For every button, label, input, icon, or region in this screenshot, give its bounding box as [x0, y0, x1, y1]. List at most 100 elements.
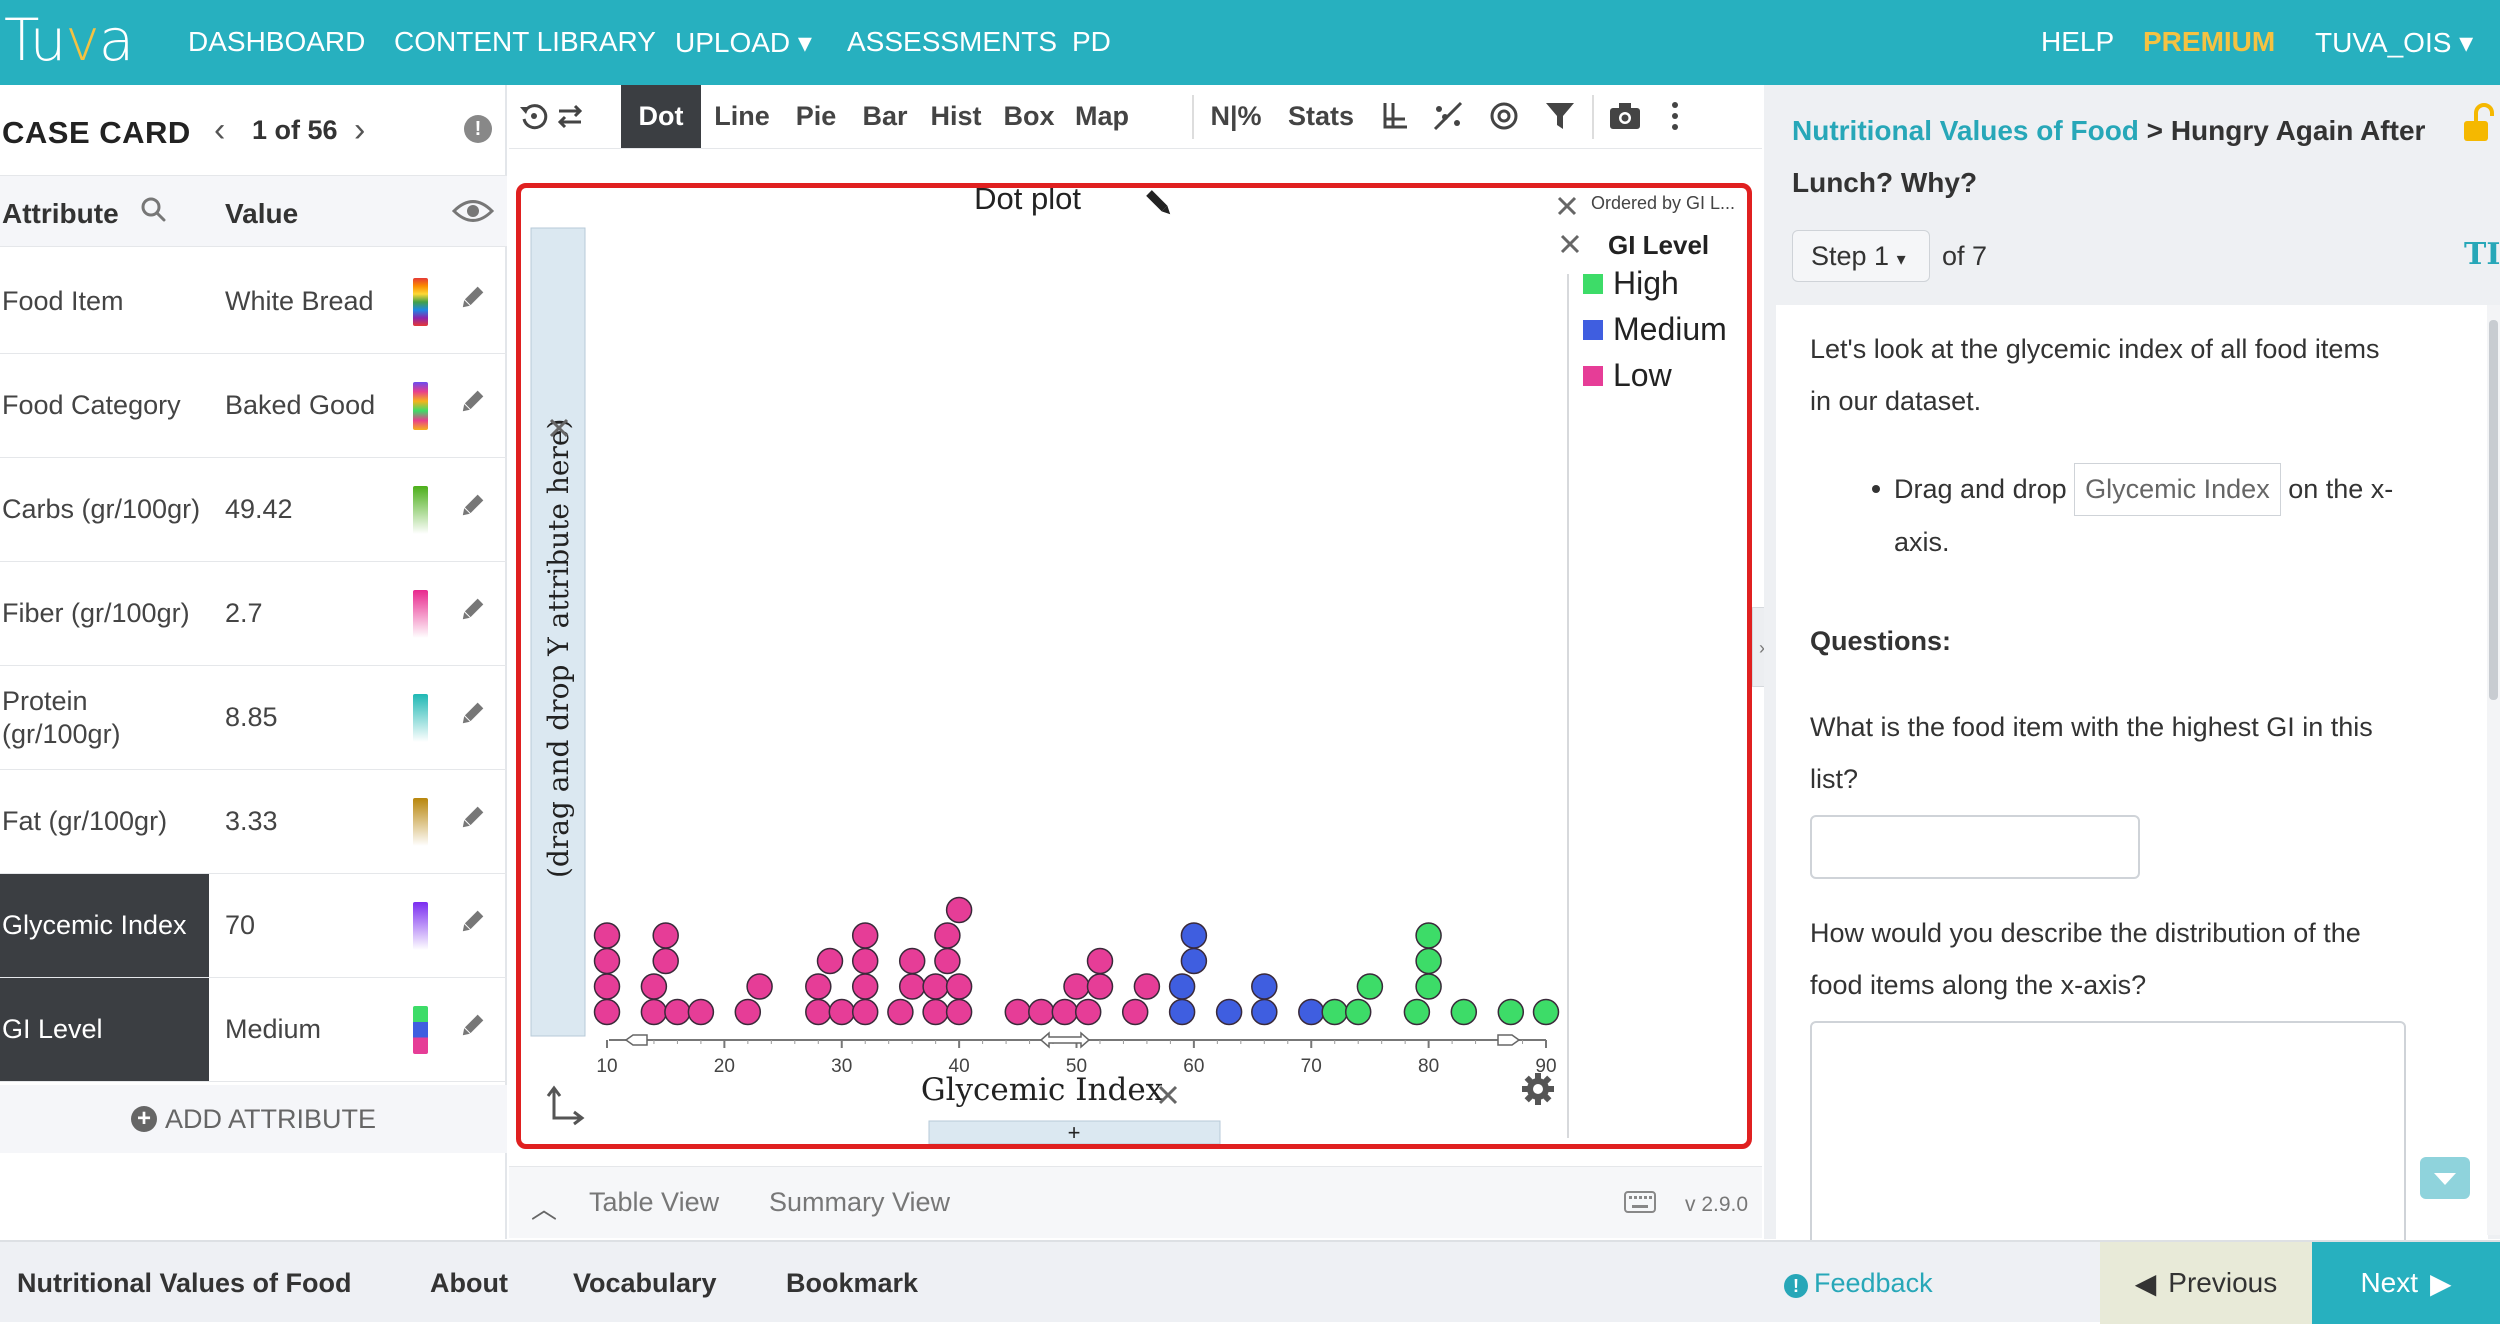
- data-point[interactable]: [1168, 973, 1196, 1000]
- pencil-icon[interactable]: [458, 1012, 486, 1040]
- data-point[interactable]: [851, 947, 879, 975]
- remove-ordering-icon[interactable]: [1557, 196, 1577, 216]
- filter-icon[interactable]: [1543, 99, 1577, 133]
- histogram-button[interactable]: Hist: [921, 85, 991, 148]
- x-axis-drag-handle-left[interactable]: [624, 1034, 648, 1046]
- dataset-link[interactable]: Nutritional Values of Food: [17, 1268, 352, 1299]
- data-point[interactable]: [1215, 998, 1243, 1026]
- attribute-row[interactable]: GI Level Medium: [0, 978, 507, 1082]
- pencil-icon[interactable]: [458, 908, 486, 936]
- data-point[interactable]: [805, 998, 832, 1026]
- data-point[interactable]: [652, 947, 679, 975]
- panel-scrollbar-thumb[interactable]: [2489, 320, 2498, 700]
- data-point[interactable]: [816, 947, 844, 975]
- scroll-down-button[interactable]: [2420, 1157, 2470, 1199]
- data-point[interactable]: [1251, 973, 1278, 1000]
- attribute-row[interactable]: Carbs (gr/100gr) 49.42: [0, 458, 507, 562]
- attribute-value[interactable]: 70: [225, 874, 255, 977]
- legend-swatch[interactable]: [1583, 366, 1603, 386]
- step-selector[interactable]: Step 1 ▾: [1792, 230, 1930, 282]
- axis-swap-icon[interactable]: [546, 1085, 585, 1126]
- color-swatch[interactable]: [413, 694, 428, 742]
- attribute-name[interactable]: Food Category: [0, 354, 209, 457]
- map-button[interactable]: Map: [1067, 85, 1137, 148]
- undo-icon[interactable]: [517, 99, 551, 133]
- about-link[interactable]: About: [430, 1268, 508, 1299]
- nav-dashboard[interactable]: DASHBOARD: [188, 26, 365, 58]
- data-point[interactable]: [1321, 998, 1348, 1026]
- data-point[interactable]: [1298, 998, 1325, 1026]
- data-point[interactable]: [1450, 998, 1478, 1026]
- data-point[interactable]: [1180, 922, 1208, 949]
- data-point[interactable]: [664, 998, 691, 1026]
- data-point[interactable]: [593, 973, 621, 1000]
- nav-assessments[interactable]: ASSESSMENTS: [847, 26, 1057, 58]
- attribute-name[interactable]: Food Item: [0, 250, 209, 353]
- vocabulary-link[interactable]: Vocabulary: [573, 1268, 717, 1299]
- attribute-name[interactable]: Glycemic Index: [0, 874, 209, 977]
- attribute-value[interactable]: 49.42: [225, 458, 293, 561]
- pencil-icon[interactable]: [458, 388, 486, 416]
- data-point[interactable]: [593, 998, 621, 1026]
- nav-premium[interactable]: PREMIUM: [2143, 26, 2275, 58]
- feedback-link[interactable]: ! Feedback: [1784, 1268, 1933, 1299]
- attribute-row[interactable]: Glycemic Index 70: [0, 874, 507, 978]
- data-point[interactable]: [1168, 998, 1196, 1026]
- target-icon[interactable]: [1487, 99, 1521, 133]
- more-options-icon[interactable]: [1658, 99, 1692, 133]
- data-point[interactable]: [1028, 998, 1055, 1026]
- swap-icon[interactable]: [553, 99, 587, 133]
- box-plot-button[interactable]: Box: [995, 85, 1063, 148]
- attribute-row[interactable]: Food Item White Bread: [0, 250, 507, 354]
- attribute-value[interactable]: 2.7: [225, 562, 263, 665]
- pencil-icon[interactable]: [458, 700, 486, 728]
- color-swatch[interactable]: [413, 590, 428, 638]
- pencil-icon[interactable]: [458, 804, 486, 832]
- graph-settings-icon[interactable]: [1522, 1073, 1554, 1105]
- data-point[interactable]: [1356, 973, 1384, 1000]
- dot-plot-button[interactable]: Dot: [621, 85, 701, 148]
- answer-2-input[interactable]: [1810, 1021, 2406, 1251]
- data-point[interactable]: [1415, 947, 1442, 975]
- stats-button[interactable]: Stats: [1279, 85, 1363, 148]
- data-point[interactable]: [1415, 922, 1442, 949]
- next-case-icon[interactable]: ›: [354, 111, 365, 150]
- tuva-logo[interactable]: Tuva: [4, 6, 134, 74]
- data-point[interactable]: [1074, 998, 1102, 1026]
- breadcrumb-dataset-link[interactable]: Nutritional Values of Food: [1792, 115, 2139, 146]
- summary-view-tab[interactable]: Summary View: [769, 1187, 950, 1218]
- bookmark-link[interactable]: Bookmark: [786, 1268, 918, 1299]
- legend-label[interactable]: Medium: [1613, 311, 1727, 347]
- data-point[interactable]: [1415, 973, 1442, 1000]
- nav-content-library[interactable]: CONTENT LIBRARY: [394, 26, 656, 58]
- data-point[interactable]: [593, 922, 621, 949]
- data-point[interactable]: [734, 998, 762, 1026]
- attribute-value[interactable]: White Bread: [225, 250, 374, 353]
- attribute-row[interactable]: Fat (gr/100gr) 3.33: [0, 770, 507, 874]
- unlock-icon[interactable]: [2462, 103, 2496, 143]
- nav-help[interactable]: HELP: [2041, 26, 2114, 58]
- data-point[interactable]: [1497, 998, 1525, 1026]
- data-point[interactable]: [640, 973, 668, 1000]
- bar-chart-button[interactable]: Bar: [853, 85, 917, 148]
- data-point[interactable]: [898, 973, 926, 1000]
- legend-swatch[interactable]: [1583, 274, 1603, 294]
- data-point[interactable]: [1532, 998, 1560, 1026]
- color-swatch[interactable]: [413, 902, 428, 950]
- data-point[interactable]: [1180, 947, 1208, 975]
- answer-1-input[interactable]: [1810, 815, 2140, 879]
- data-point[interactable]: [746, 973, 773, 1000]
- x-axis-drag-handle-center[interactable]: [1039, 1031, 1091, 1049]
- attribute-row[interactable]: Fiber (gr/100gr) 2.7: [0, 562, 507, 666]
- edit-title-icon[interactable]: [1146, 190, 1173, 217]
- data-point[interactable]: [593, 947, 621, 975]
- keyboard-icon[interactable]: [1624, 1191, 1656, 1213]
- next-button[interactable]: Next ▶: [2312, 1242, 2500, 1324]
- pencil-icon[interactable]: [458, 284, 486, 312]
- data-point[interactable]: [1403, 998, 1431, 1026]
- color-swatch[interactable]: [413, 798, 428, 846]
- attribute-name[interactable]: Carbs (gr/100gr): [0, 458, 209, 561]
- eye-icon[interactable]: [452, 198, 494, 224]
- data-point[interactable]: [1063, 973, 1090, 1000]
- data-point[interactable]: [1051, 998, 1079, 1026]
